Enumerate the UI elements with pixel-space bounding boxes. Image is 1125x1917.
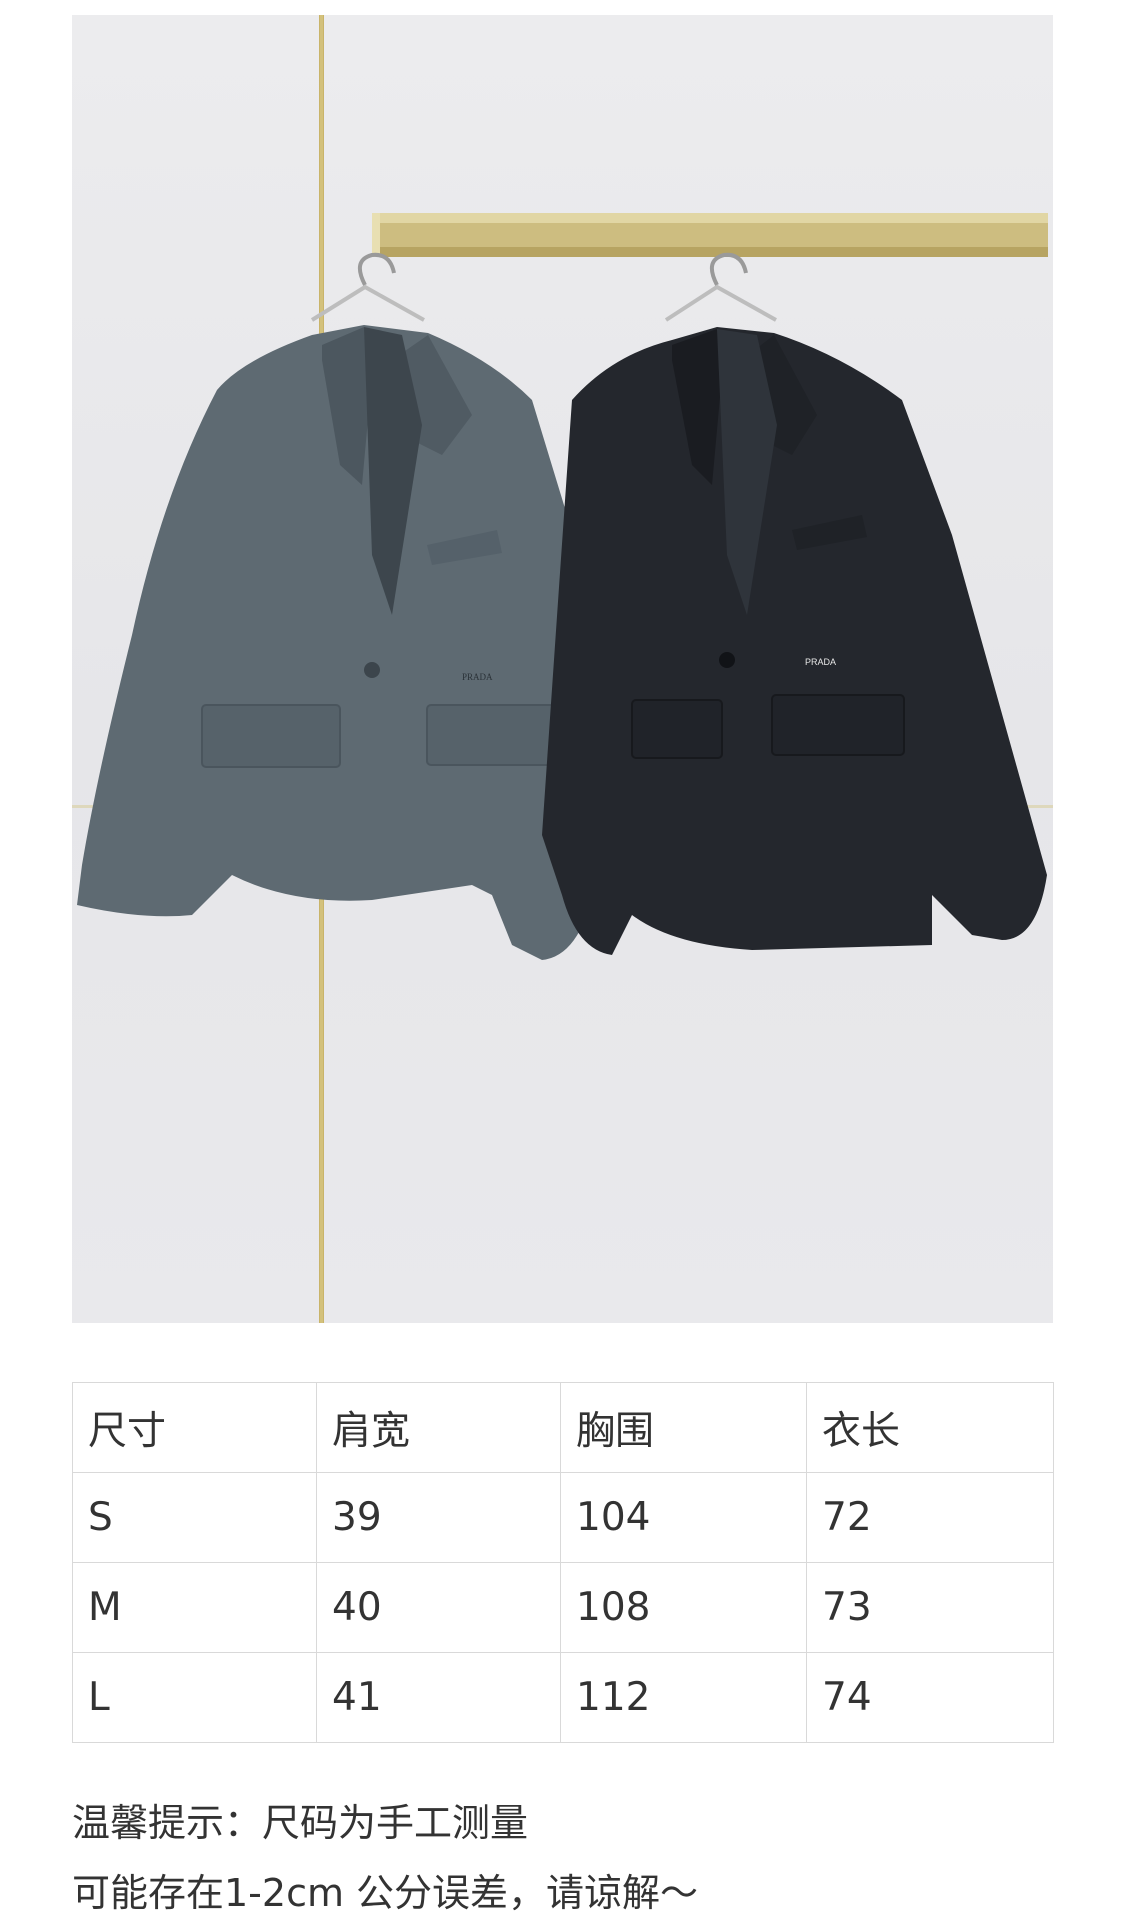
grey-blazer: PRADA [77,325,602,960]
table-cell: L [72,1652,317,1743]
table-cell: M [72,1562,317,1653]
table-row: S 39 104 72 [72,1472,1054,1563]
table-row: L 41 112 74 [72,1652,1054,1743]
size-table: 尺寸 肩宽 胸围 衣长 S 39 104 72 M 40 108 73 L 41… [72,1382,1054,1743]
header-shoulder: 肩宽 [316,1382,561,1473]
table-cell: 41 [316,1652,561,1743]
table-cell: 73 [806,1562,1054,1653]
table-row: M 40 108 73 [72,1562,1054,1653]
black-blazer: PRADA [542,327,1047,955]
table-cell: 39 [316,1472,561,1563]
table-cell: 40 [316,1562,561,1653]
header-length: 衣长 [806,1382,1054,1473]
left-blazer-logo: PRADA [462,672,493,682]
table-cell: S [72,1472,317,1563]
table-header-row: 尺寸 肩宽 胸围 衣长 [72,1382,1054,1473]
right-blazer-logo: PRADA [805,657,836,667]
table-cell: 108 [560,1562,807,1653]
header-chest: 胸围 [560,1382,807,1473]
table-cell: 112 [560,1652,807,1743]
table-cell: 72 [806,1472,1054,1563]
product-photo: PRADA PRADA [72,15,1053,1323]
measurement-note-line1: 温馨提示：尺码为手工测量 [72,1801,529,1845]
table-cell: 104 [560,1472,807,1563]
header-size: 尺寸 [72,1382,317,1473]
measurement-note-line2: 可能存在1-2cm 公分误差，请谅解～ [72,1871,699,1915]
table-cell: 74 [806,1652,1054,1743]
